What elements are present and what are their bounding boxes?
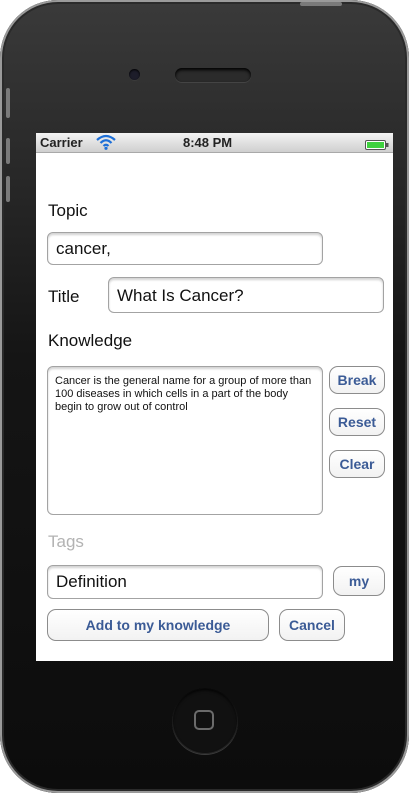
status-time: 8:48 PM: [183, 135, 233, 150]
knowledge-textarea[interactable]: Cancer is the general name for a group o…: [47, 366, 323, 515]
break-button[interactable]: Break: [329, 366, 385, 394]
front-camera: [129, 69, 140, 80]
home-button[interactable]: [172, 688, 238, 754]
carrier-label: Carrier: [40, 135, 83, 150]
tags-input[interactable]: Definition: [47, 565, 323, 599]
wifi-icon: [96, 134, 116, 153]
volume-up-button: [6, 138, 10, 164]
tags-label: Tags: [48, 532, 84, 551]
status-bar: Carrier 8:48 PM: [36, 133, 393, 153]
topic-input[interactable]: cancer,: [47, 232, 323, 265]
battery-icon: [365, 138, 389, 153]
volume-down-button: [6, 176, 10, 202]
knowledge-label: Knowledge: [48, 331, 133, 350]
power-button: [300, 2, 342, 6]
app-screen: Carrier 8:48 PM Topic cancer, Title What…: [36, 133, 393, 661]
title-label: Title: [48, 287, 80, 306]
earpiece-speaker: [175, 68, 251, 82]
reset-button[interactable]: Reset: [329, 408, 385, 436]
home-square-icon: [194, 710, 214, 730]
clear-button[interactable]: Clear: [329, 450, 385, 478]
my-button[interactable]: my: [333, 566, 385, 596]
topic-label: Topic: [48, 201, 88, 220]
iphone-frame: Carrier 8:48 PM Topic cancer, Title What…: [0, 0, 409, 793]
add-to-my-knowledge-button[interactable]: Add to my knowledge: [47, 609, 269, 641]
mute-switch: [6, 88, 10, 118]
cancel-button[interactable]: Cancel: [279, 609, 345, 641]
title-input[interactable]: What Is Cancer?: [108, 277, 384, 313]
